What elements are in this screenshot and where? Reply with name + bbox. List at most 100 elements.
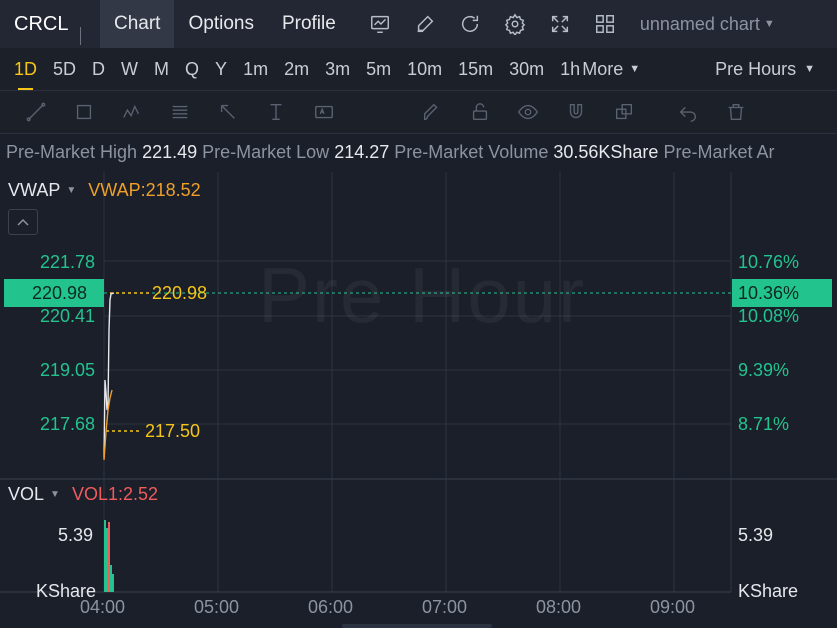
chart-name-dropdown[interactable]: unnamed chart ▼ (640, 14, 775, 35)
pct-axis-right-2: 9.39% (738, 360, 790, 380)
pct-axis-right-1: 10.08% (738, 306, 800, 326)
top-bar: CRCL Chart Options Profile unnamed chart… (0, 0, 837, 48)
tab-options[interactable]: Options (174, 0, 267, 48)
caret-down-icon: ▼ (804, 63, 815, 75)
price-axis-left-3: 217.68 (39, 414, 95, 434)
tf-30m-label: 30m (509, 58, 545, 79)
rectangle-icon[interactable] (60, 90, 108, 134)
pattern-icon[interactable] (108, 90, 156, 134)
undo-icon[interactable] (664, 90, 712, 134)
tf-10m[interactable]: 10m (399, 48, 450, 90)
tf-y-label: Y (215, 58, 228, 79)
tf-1d-label: 1D (14, 58, 38, 79)
eye-icon[interactable] (504, 90, 552, 134)
tf-1h-label: 1h (560, 58, 581, 79)
time-scrollbar[interactable] (342, 624, 492, 628)
price-axis-left-2: 219.05 (39, 360, 95, 380)
grid-layout-icon[interactable] (583, 0, 628, 48)
tab-chart[interactable]: Chart (100, 0, 175, 48)
volume-bar (110, 565, 112, 592)
volume-bar (106, 528, 108, 592)
time-axis-label: 09:00 (650, 597, 696, 617)
pct-axis-right-0: 10.76% (738, 252, 800, 272)
vwap-indicator-header[interactable]: VWAP ▼ VWAP:218.52 (8, 180, 201, 201)
premarket-volume-label: Pre-Market Volume (394, 142, 549, 162)
low-marker-label: 217.50 (145, 421, 201, 441)
tf-1h[interactable]: 1h (552, 48, 580, 90)
current-price-tag-left: 220.98 (4, 279, 104, 307)
ticker-separator (80, 26, 81, 45)
pencil-icon[interactable] (403, 0, 448, 48)
tf-5d[interactable]: 5D (45, 48, 84, 90)
fibonacci-icon[interactable] (156, 90, 204, 134)
time-axis-label: 04:00 (80, 597, 126, 617)
pct-axis-right-3: 8.71% (738, 414, 790, 434)
collapse-pane-button[interactable] (8, 209, 38, 235)
session-dropdown[interactable]: Pre Hours ▼ (715, 48, 815, 90)
premarket-high-value: 221.49 (142, 142, 198, 162)
tf-w[interactable]: W (113, 48, 146, 90)
caret-down-icon: ▼ (763, 18, 775, 30)
tf-15m-label: 15m (458, 58, 494, 79)
high-marker-label: 220.98 (152, 283, 208, 303)
text-label-icon[interactable] (300, 90, 348, 134)
tab-profile[interactable]: Profile (268, 0, 350, 48)
tf-3m-label: 3m (325, 58, 351, 79)
refresh-icon[interactable] (448, 0, 493, 48)
delete-icon[interactable] (712, 90, 760, 134)
volume-bar (104, 520, 106, 592)
tf-m-label: M (154, 58, 170, 79)
text-measure-icon[interactable] (252, 90, 300, 134)
premarket-high-label: Pre-Market High (6, 142, 138, 162)
more-dropdown[interactable]: More ▼ (580, 48, 648, 90)
tf-5m[interactable]: 5m (358, 48, 399, 90)
volume-axis-right-unit: KShare (738, 581, 799, 601)
vwap-indicator-name: VWAP (8, 180, 61, 200)
tf-d[interactable]: D (84, 48, 113, 90)
magnet-icon[interactable] (552, 90, 600, 134)
tf-3m[interactable]: 3m (317, 48, 358, 90)
volume-indicator-value: VOL1:2.52 (71, 484, 158, 504)
volume-bars (104, 520, 114, 592)
caret-down-icon: ▼ (50, 489, 60, 500)
vwap-indicator-value: VWAP:218.52 (88, 180, 201, 200)
session-watermark: Pre Hour (258, 251, 587, 339)
tf-2m-label: 2m (284, 58, 310, 79)
price-line (103, 292, 115, 459)
gear-icon[interactable] (493, 0, 538, 48)
tf-m[interactable]: M (146, 48, 177, 90)
chevron-up-icon (17, 218, 29, 226)
volume-bar (112, 574, 114, 592)
tf-2m[interactable]: 2m (276, 48, 317, 90)
fullscreen-icon[interactable] (538, 0, 583, 48)
layers-icon[interactable] (600, 90, 648, 134)
ticker-text: CRCL (14, 12, 69, 35)
premarket-low-value: 214.27 (334, 142, 390, 162)
premarket-info-bar: Pre-Market High 221.49 Pre-Market Low 21… (0, 142, 837, 168)
tf-30m[interactable]: 30m (501, 48, 552, 90)
trend-line-icon[interactable] (12, 90, 60, 134)
tf-y[interactable]: Y (207, 48, 235, 90)
tf-1d[interactable]: 1D (6, 48, 45, 90)
tf-w-label: W (121, 58, 139, 79)
tf-15m[interactable]: 15m (450, 48, 501, 90)
tf-d-label: D (92, 58, 106, 79)
tf-q[interactable]: Q (177, 48, 207, 90)
premarket-low-label: Pre-Market Low (202, 142, 330, 162)
time-axis-label: 05:00 (194, 597, 240, 617)
price-axis-left-1: 220.41 (39, 306, 95, 326)
drawing-toolbar (0, 90, 837, 134)
lock-icon[interactable] (456, 90, 504, 134)
premarket-extra-label: Pre-Market Ar (663, 142, 775, 162)
chart-settings-icon[interactable] (358, 0, 403, 48)
volume-axis-right-value: 5.39 (738, 525, 774, 545)
tf-1m[interactable]: 1m (235, 48, 276, 90)
brush-icon[interactable] (408, 90, 456, 134)
volume-indicator-header[interactable]: VOL ▼ VOL1:2.52 (8, 484, 158, 505)
premarket-volume-value: 30.56KShare (553, 142, 659, 162)
tf-5d-label: 5D (53, 58, 77, 79)
arrow-icon[interactable] (204, 90, 252, 134)
caret-down-icon: ▼ (66, 185, 77, 196)
ticker-symbol[interactable]: CRCL (0, 12, 100, 45)
tab-chart-label: Chart (114, 13, 161, 34)
